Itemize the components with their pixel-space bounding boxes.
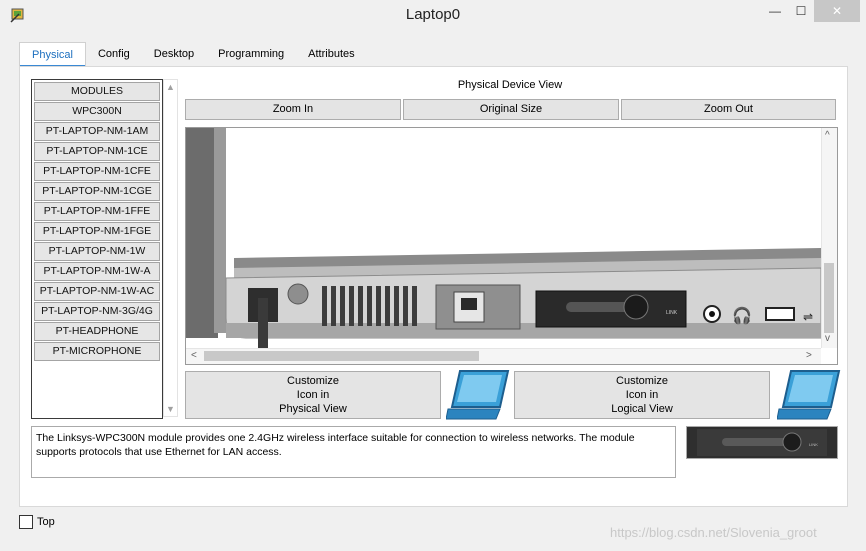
scroll-left-icon[interactable]: <	[191, 350, 197, 361]
module-item-nm-1w[interactable]: PT-LAPTOP-NM-1W	[34, 242, 160, 261]
tab-attributes[interactable]: Attributes	[296, 42, 366, 66]
laptop-icon	[777, 370, 841, 420]
tab-physical[interactable]: Physical	[19, 42, 86, 68]
device-viewport[interactable]: LINK 🎧 ⇌ ^ v < >	[185, 127, 838, 365]
scroll-up-icon[interactable]: ^	[825, 130, 830, 141]
thumbnail-link-label: LINK	[809, 442, 818, 447]
module-item-nm-3g4g[interactable]: PT-LAPTOP-NM-3G/4G	[34, 302, 160, 321]
viewport-vertical-scrollbar[interactable]: ^ v	[821, 128, 837, 348]
laptop-side-image: LINK 🎧 ⇌	[186, 128, 821, 348]
customize-physical-line2: Icon in	[296, 389, 330, 401]
customize-logical-line2: Icon in	[625, 389, 659, 401]
zoom-out-button[interactable]: Zoom Out	[621, 99, 836, 120]
tab-desktop[interactable]: Desktop	[142, 42, 206, 66]
module-item-nm-1cfe[interactable]: PT-LAPTOP-NM-1CFE	[34, 162, 160, 181]
minimize-button[interactable]: —	[762, 0, 788, 22]
window-title: Laptop0	[405, 6, 461, 23]
module-thumbnail: LINK	[686, 426, 838, 459]
tab-programming[interactable]: Programming	[206, 42, 296, 66]
top-checkbox[interactable]	[19, 515, 33, 529]
customize-logical-view-button[interactable]: Customize Icon in Logical View	[514, 371, 770, 419]
module-description: The Linksys-WPC300N module provides one …	[31, 426, 676, 478]
watermark-text: https://blog.csdn.net/Slovenia_groot	[610, 525, 817, 540]
scroll-down-icon[interactable]: v	[825, 333, 830, 344]
customize-physical-line3: Physical View	[279, 403, 347, 415]
module-list-header: MODULES	[34, 82, 160, 101]
module-item-nm-1cge[interactable]: PT-LAPTOP-NM-1CGE	[34, 182, 160, 201]
link-label: LINK	[666, 310, 678, 316]
module-item-nm-1ffe[interactable]: PT-LAPTOP-NM-1FFE	[34, 202, 160, 221]
module-list: MODULES WPC300N PT-LAPTOP-NM-1AM PT-LAPT…	[31, 79, 163, 419]
customize-physical-view-button[interactable]: Customize Icon in Physical View	[185, 371, 441, 419]
customize-logical-line1: Customize	[616, 375, 668, 387]
module-item-wpc300n[interactable]: WPC300N	[34, 102, 160, 121]
top-label: Top	[37, 516, 55, 528]
title-bar: Laptop0 — ☐ ✕	[0, 0, 866, 30]
customize-physical-line1: Customize	[287, 375, 339, 387]
module-list-scrollbar[interactable]: ▲ ▼	[163, 79, 178, 417]
module-item-microphone[interactable]: PT-MICROPHONE	[34, 342, 160, 361]
scroll-right-icon[interactable]: >	[806, 350, 812, 361]
tab-bar: Physical Config Desktop Programming Attr…	[19, 42, 367, 68]
zoom-in-button[interactable]: Zoom In	[185, 99, 401, 120]
physical-device-view-title: Physical Device View	[457, 79, 563, 91]
vertical-scroll-thumb[interactable]	[824, 263, 834, 333]
customize-logical-line3: Logical View	[611, 403, 673, 415]
tab-config[interactable]: Config	[86, 42, 142, 66]
svg-text:⇌: ⇌	[803, 310, 813, 324]
module-item-nm-1w-ac[interactable]: PT-LAPTOP-NM-1W-AC	[34, 282, 160, 301]
physical-panel: MODULES WPC300N PT-LAPTOP-NM-1AM PT-LAPT…	[19, 66, 848, 507]
viewport-horizontal-scrollbar[interactable]: < >	[186, 348, 821, 364]
module-item-nm-1fge[interactable]: PT-LAPTOP-NM-1FGE	[34, 222, 160, 241]
module-item-nm-1am[interactable]: PT-LAPTOP-NM-1AM	[34, 122, 160, 141]
laptop-icon	[446, 370, 510, 420]
original-size-button[interactable]: Original Size	[403, 99, 619, 120]
close-button[interactable]: ✕	[814, 0, 860, 22]
horizontal-scroll-thumb[interactable]	[204, 351, 479, 361]
module-item-nm-1w-a[interactable]: PT-LAPTOP-NM-1W-A	[34, 262, 160, 281]
maximize-button[interactable]: ☐	[788, 0, 814, 22]
scroll-down-icon[interactable]: ▼	[164, 404, 177, 414]
module-item-nm-1ce[interactable]: PT-LAPTOP-NM-1CE	[34, 142, 160, 161]
scroll-up-icon[interactable]: ▲	[164, 82, 177, 92]
module-item-headphone[interactable]: PT-HEADPHONE	[34, 322, 160, 341]
svg-text:🎧: 🎧	[732, 306, 752, 325]
